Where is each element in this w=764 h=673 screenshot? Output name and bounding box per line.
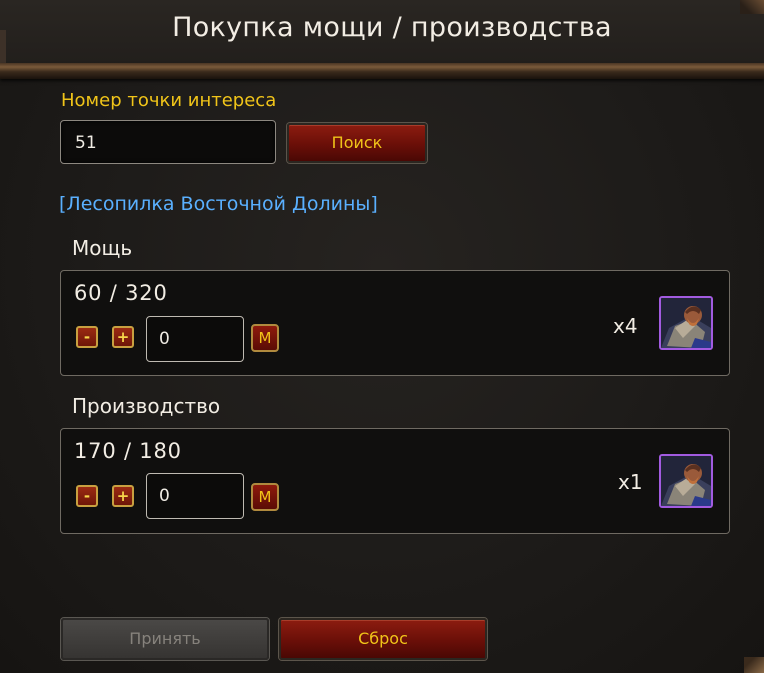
production-minus-button[interactable]: - <box>76 485 98 507</box>
dialog-title: Покупка мощи / производства <box>172 12 612 43</box>
frame-ornament-left <box>0 30 6 64</box>
production-box: 170 / 180 - + 0 M x1 <box>60 428 730 534</box>
dialog-header: Покупка мощи / производства <box>0 0 764 64</box>
purchase-dialog: Покупка мощи / производства Номер точки … <box>0 0 764 673</box>
power-quantity-input[interactable]: 0 <box>146 316 244 362</box>
production-progress: 170 / 180 <box>74 439 182 463</box>
accept-button[interactable]: Принять <box>61 618 269 660</box>
frame-ornament-top-right <box>740 0 764 14</box>
power-section-label: Мощь <box>72 236 133 260</box>
search-button[interactable]: Поиск <box>287 123 427 163</box>
poi-number-label: Номер точки интереса <box>61 90 277 111</box>
power-max-button[interactable]: M <box>251 324 279 352</box>
production-quantity-input[interactable]: 0 <box>146 473 244 519</box>
header-divider <box>0 63 764 79</box>
power-box: 60 / 320 - + 0 M x4 <box>60 270 730 376</box>
power-multiplier: x4 <box>613 314 638 338</box>
reset-button[interactable]: Сброс <box>279 618 487 660</box>
power-plus-button[interactable]: + <box>112 326 134 348</box>
frame-ornament-bottom-right <box>744 657 764 673</box>
lumberjack-worker-icon[interactable] <box>659 454 713 508</box>
lumberjack-worker-icon[interactable] <box>659 296 713 350</box>
power-progress: 60 / 320 <box>74 281 168 305</box>
production-multiplier: x1 <box>618 470 643 494</box>
production-plus-button[interactable]: + <box>112 485 134 507</box>
production-max-button[interactable]: M <box>251 483 279 511</box>
location-link[interactable]: [Лесопилка Восточной Долины] <box>59 193 378 215</box>
power-minus-button[interactable]: - <box>76 326 98 348</box>
production-section-label: Производство <box>72 394 221 418</box>
poi-number-input[interactable]: 51 <box>60 120 276 164</box>
